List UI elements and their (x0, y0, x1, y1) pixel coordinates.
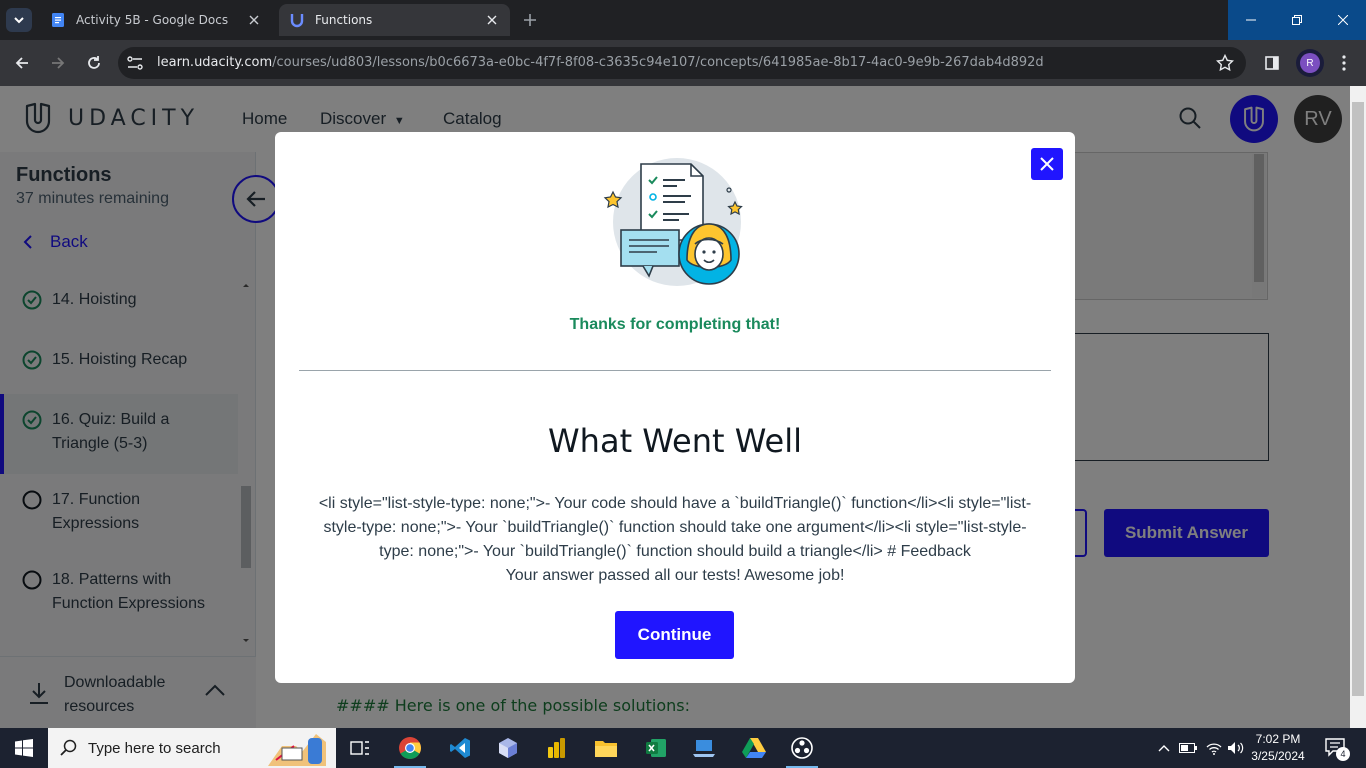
chevron-up-icon (1158, 745, 1170, 752)
feedback-line: Your answer passed all our tests! Awesom… (505, 567, 845, 584)
notification-center-button[interactable]: 4 (1320, 728, 1352, 768)
reload-button[interactable] (82, 51, 106, 75)
feedback-line: style-type: none;">- Your `buildTriangle… (323, 519, 1027, 536)
close-icon (1040, 157, 1054, 171)
bookmark-star-icon[interactable] (1216, 54, 1234, 72)
chrome-icon (399, 737, 421, 759)
tab-functions[interactable]: Functions (279, 4, 510, 36)
completion-illustration (603, 158, 743, 286)
search-highlight-icon (268, 734, 326, 766)
vscode-taskbar-app[interactable] (436, 728, 484, 768)
browser-menu-button[interactable] (1332, 51, 1356, 75)
thanks-message: Thanks for completing that! (569, 316, 781, 333)
record-icon (791, 737, 813, 759)
cube-taskbar-app[interactable] (484, 728, 532, 768)
excel-taskbar-app[interactable] (632, 728, 680, 768)
restore-icon (1291, 15, 1302, 25)
show-hidden-icons-button[interactable] (1156, 728, 1172, 768)
completion-modal: Thanks for completing that! What Went We… (275, 132, 1075, 683)
close-icon[interactable] (246, 12, 262, 28)
notification-count: 4 (1336, 747, 1350, 761)
battery-status[interactable] (1178, 728, 1198, 768)
windows-taskbar: Type here to search 7:02 PM 3/25/2024 4 (0, 728, 1366, 768)
power-bi-icon (548, 738, 565, 758)
close-icon[interactable] (484, 12, 500, 28)
plus-icon (524, 14, 536, 26)
tab-title: Activity 5B - Google Docs (76, 13, 229, 27)
url-path: /courses/ud803/lessons/b0c6673a-e0bc-4f7… (272, 55, 1044, 70)
side-panel-icon (1265, 56, 1279, 70)
tab-search-button[interactable] (6, 8, 32, 32)
minimize-button[interactable] (1228, 0, 1273, 40)
browser-tab-strip: Activity 5B - Google Docs Functions (0, 0, 1366, 40)
system-clock[interactable]: 7:02 PM 3/25/2024 (1248, 731, 1308, 765)
arrow-right-icon (52, 57, 65, 69)
laptop-app-taskbar-app[interactable] (680, 728, 728, 768)
chevron-down-icon (14, 17, 24, 24)
feedback-line: type: none;">- Your `buildTriangle()` fu… (379, 543, 971, 560)
laptop-icon (693, 740, 715, 757)
vscode-icon (450, 738, 470, 758)
google-docs-icon (52, 13, 64, 27)
url-text: learn.udacity.com/courses/ud803/lessons/… (157, 55, 1044, 70)
new-tab-button[interactable] (516, 8, 544, 32)
arrow-left-icon (15, 57, 28, 69)
search-placeholder: Type here to search (88, 739, 221, 757)
tab-google-docs[interactable]: Activity 5B - Google Docs (40, 4, 272, 36)
clock-time: 7:02 PM (1255, 732, 1301, 746)
modal-close-button[interactable] (1031, 148, 1063, 180)
site-info-icon[interactable] (126, 55, 144, 71)
minimize-icon (1245, 19, 1256, 21)
browser-profile-button[interactable]: R (1296, 49, 1324, 77)
tab-title: Functions (315, 13, 373, 27)
windows-logo-icon (15, 739, 33, 757)
file-explorer-taskbar-app[interactable] (582, 728, 630, 768)
page-content: UDACITY Home Discover ▼ Catalog RV Funct… (0, 86, 1366, 728)
excel-icon (646, 739, 666, 757)
volume-control[interactable] (1226, 728, 1246, 768)
powerbi-taskbar-app[interactable] (532, 728, 580, 768)
udacity-favicon-icon (290, 14, 304, 28)
task-view-icon (350, 741, 369, 755)
obs-taskbar-app[interactable] (778, 728, 826, 768)
folder-icon (595, 741, 617, 757)
chrome-taskbar-app[interactable] (386, 728, 434, 768)
continue-button[interactable]: Continue (615, 611, 734, 659)
what-went-well-heading: What Went Well (548, 422, 802, 460)
modal-divider (299, 370, 1051, 371)
reload-icon (88, 56, 100, 69)
address-bar[interactable]: learn.udacity.com/courses/ud803/lessons/… (118, 47, 1246, 79)
feedback-line: <li style="list-style-type: none;">- You… (318, 495, 1032, 512)
profile-initial: R (1300, 53, 1320, 73)
side-panel-button[interactable] (1260, 51, 1284, 75)
forward-button[interactable] (46, 51, 70, 75)
task-view-button[interactable] (336, 728, 384, 768)
battery-icon (1179, 743, 1197, 753)
close-icon (1337, 15, 1348, 25)
volume-icon (1228, 742, 1244, 754)
more-vertical-icon (1342, 55, 1346, 71)
google-drive-icon (742, 738, 766, 758)
3d-cube-icon (499, 738, 517, 758)
close-window-button[interactable] (1320, 0, 1365, 40)
taskbar-search[interactable]: Type here to search (48, 728, 336, 768)
back-button[interactable] (10, 51, 34, 75)
wifi-icon (1206, 743, 1222, 755)
start-button[interactable] (0, 728, 48, 768)
page-scroll-thumb[interactable] (1352, 102, 1364, 696)
clock-date: 3/25/2024 (1251, 749, 1305, 763)
browser-toolbar: learn.udacity.com/courses/ud803/lessons/… (0, 40, 1366, 86)
feedback-text: <li style="list-style-type: none;">- You… (299, 492, 1051, 588)
search-icon (60, 739, 77, 756)
google-drive-taskbar-app[interactable] (730, 728, 778, 768)
url-domain: learn.udacity.com (157, 55, 273, 70)
network-status[interactable] (1204, 728, 1224, 768)
restore-button[interactable] (1274, 0, 1319, 40)
